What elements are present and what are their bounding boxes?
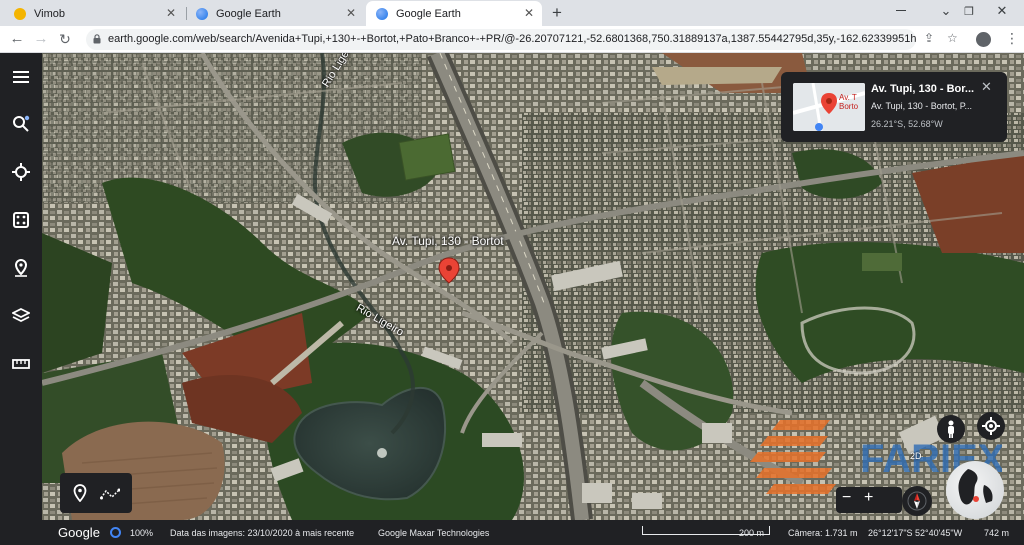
google-logo: Google [58, 525, 100, 540]
loading-status-icon [110, 527, 121, 538]
more-menu-icon[interactable]: ⋮ [1005, 30, 1019, 47]
minimize-icon[interactable] [896, 10, 906, 11]
close-icon[interactable]: ✕ [346, 7, 356, 19]
reload-icon[interactable]: ↻ [56, 30, 74, 48]
voyager-icon[interactable] [9, 160, 33, 184]
restore-icon[interactable]: ❐ [957, 5, 981, 18]
vimob-favicon-icon [14, 7, 26, 20]
tab-label: Vimob [34, 7, 65, 20]
place-info-card[interactable]: Av. T Borto Av. Tupi, 130 - Bor... Av. T… [781, 72, 1007, 142]
place-title: Av. Tupi, 130 - Bor... [871, 83, 975, 95]
place-address: Av. Tupi, 130 - Bortot, P... [871, 101, 973, 111]
place-coordinates: 26.21°S, 52.68°W [871, 119, 943, 129]
close-icon[interactable]: ✕ [524, 7, 534, 19]
elevation: 742 m [984, 528, 1010, 538]
pegman-icon[interactable] [937, 415, 965, 443]
thumb-text: Av. T Borto [839, 93, 859, 111]
measure-icon[interactable] [9, 352, 33, 376]
earth-sidebar [0, 53, 42, 545]
draw-path-icon[interactable] [100, 487, 121, 505]
tab-vimob[interactable]: Vimob ✕ [4, 1, 184, 26]
window-close-icon[interactable]: ✕ [990, 3, 1014, 19]
tab-google-earth-active[interactable]: Google Earth ✕ [366, 1, 542, 26]
place-thumbnail[interactable]: Av. T Borto [793, 83, 865, 131]
zoom-in-button[interactable]: + [864, 489, 873, 507]
status-bar: Google 100% Data das imagens: 23/10/2020… [42, 520, 1024, 545]
chevron-down-icon[interactable]: ⌄ [934, 3, 958, 19]
feeling-lucky-icon[interactable] [9, 208, 33, 232]
search-icon[interactable] [9, 112, 33, 136]
menu-icon[interactable] [9, 65, 33, 89]
lock-icon [93, 34, 101, 44]
close-icon[interactable]: ✕ [981, 79, 992, 95]
browser-toolbar: ← → ↻ earth.google.com/web/search/Avenid… [0, 26, 1024, 53]
compass-icon[interactable] [902, 486, 932, 516]
view-mode-2d-toggle[interactable]: 2D [910, 451, 922, 461]
add-placemark-icon[interactable] [73, 484, 87, 507]
projects-icon[interactable] [9, 256, 33, 280]
bookmark-star-icon[interactable]: ☆ [947, 31, 958, 45]
zoom-controls: − + [836, 487, 902, 513]
map-style-icon[interactable] [9, 304, 33, 328]
forward-arrow-icon[interactable]: → [32, 30, 50, 48]
tab-google-earth[interactable]: Google Earth ✕ [186, 1, 364, 26]
scale-label: 200 m [739, 528, 765, 538]
cursor-position: 26°12'17"S 52°40'45"W [868, 528, 963, 538]
load-percent: 100% [130, 528, 154, 538]
google-earth-favicon-icon [196, 7, 208, 20]
my-location-icon[interactable] [977, 412, 1005, 440]
imagery-date: Data das imagens: 23/10/2020 à mais rece… [170, 528, 355, 538]
place-label: Av. Tupi, 130 - Bortot [392, 234, 504, 248]
new-tab-button[interactable]: + [552, 3, 562, 23]
address-bar[interactable]: earth.google.com/web/search/Avenida+Tupi… [86, 29, 916, 50]
close-icon[interactable]: ✕ [166, 7, 176, 19]
data-credits[interactable]: Google Maxar Technologies [378, 528, 489, 538]
zoom-out-button[interactable]: − [842, 489, 851, 507]
google-earth-favicon-icon [376, 7, 388, 20]
url-text: earth.google.com/web/search/Avenida+Tupi… [108, 33, 916, 45]
tab-label: Google Earth [216, 7, 281, 20]
globe-minimap-icon[interactable] [946, 461, 1004, 519]
camera-altitude: Câmera: 1.731 m [788, 528, 858, 538]
place-tools-panel [60, 473, 132, 513]
share-icon[interactable]: ⇪ [924, 31, 934, 45]
back-arrow-icon[interactable]: ← [8, 30, 26, 48]
tab-label: Google Earth [396, 7, 461, 20]
profile-avatar-icon[interactable] [976, 32, 991, 47]
browser-tab-bar: Vimob ✕ Google Earth ✕ Google Earth ✕ + … [0, 0, 1024, 26]
